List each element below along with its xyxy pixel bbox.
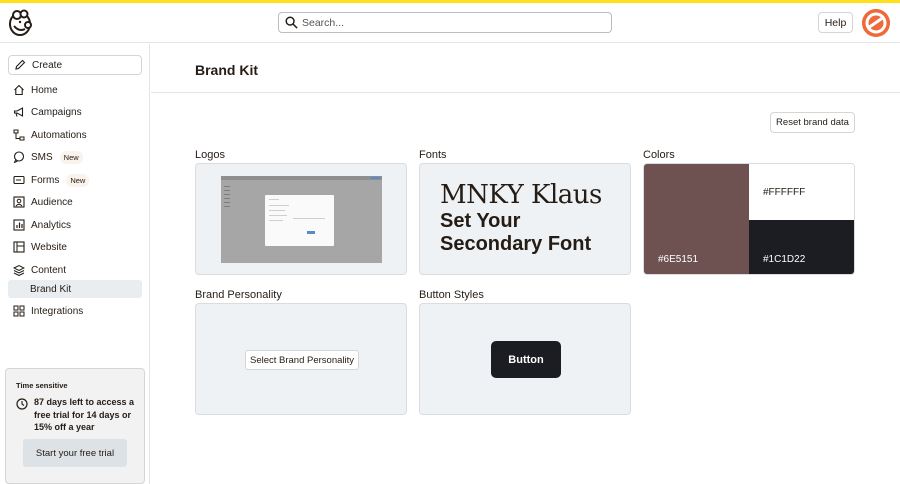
color-swatch: #1C1D22 xyxy=(749,220,854,274)
new-badge: New xyxy=(66,173,90,187)
sms-icon xyxy=(13,151,25,163)
help-button[interactable]: Help xyxy=(818,12,853,33)
search-input[interactable]: Search... xyxy=(278,12,612,33)
avatar[interactable] xyxy=(862,9,890,37)
sidebar-item-label: SMS xyxy=(31,151,53,163)
logo-preview-image xyxy=(221,176,382,263)
sidebar-item-integrations[interactable]: Integrations xyxy=(8,302,142,320)
sidebar-item-label: Analytics xyxy=(31,219,72,231)
clock-icon xyxy=(16,398,28,410)
home-icon xyxy=(14,84,24,96)
start-free-trial-button[interactable]: Start your free trial xyxy=(23,439,127,467)
button-style-sample[interactable]: Button xyxy=(491,341,561,378)
website-icon xyxy=(13,241,25,253)
trial-banner: Time sensitive 87 days left to access a … xyxy=(5,368,145,484)
sidebar-item-label: Forms xyxy=(31,174,60,186)
reset-brand-data-button[interactable]: Reset brand data xyxy=(770,112,855,133)
search-placeholder: Search... xyxy=(302,16,345,29)
analytics-icon xyxy=(13,219,25,231)
sidebar-item-campaigns[interactable]: Campaigns xyxy=(8,103,142,121)
select-brand-personality-button[interactable]: Select Brand Personality xyxy=(245,350,359,370)
brand-personality-card: Select Brand Personality xyxy=(195,303,407,415)
button-styles-label: Button Styles xyxy=(419,289,484,301)
page-title: Brand Kit xyxy=(195,62,258,78)
sidebar-item-analytics[interactable]: Analytics xyxy=(8,216,142,234)
sidebar-item-label: Home xyxy=(31,84,58,96)
sidebar-item-label: Content xyxy=(31,264,67,276)
sidebar-item-label: Campaigns xyxy=(31,106,82,118)
sidebar-item-label: Automations xyxy=(31,129,87,141)
sidebar-item-forms[interactable]: Forms New xyxy=(8,171,142,189)
integrations-icon xyxy=(13,305,25,317)
sidebar-item-brand-kit[interactable]: Brand Kit xyxy=(8,280,142,298)
trial-text: 87 days left to access a free trial for … xyxy=(34,397,135,432)
sidebar-item-home[interactable]: Home xyxy=(8,81,142,99)
button-styles-card[interactable]: Button xyxy=(419,303,631,415)
audience-icon xyxy=(13,196,25,208)
page-header: Brand Kit xyxy=(151,44,900,93)
sidebar-item-label: Integrations xyxy=(31,305,84,317)
sidebar-item-content[interactable]: Content xyxy=(8,261,142,279)
fonts-label: Fonts xyxy=(419,149,447,161)
colors-card[interactable]: #6E5151 #FFFFFF #1C1D22 xyxy=(643,163,855,275)
trial-label: Time sensitive xyxy=(16,381,68,390)
fonts-card[interactable]: MNKY Klaus Set Your Secondary Font xyxy=(419,163,631,275)
sidebar-item-website[interactable]: Website xyxy=(8,238,142,256)
sidebar-item-sms[interactable]: SMS New xyxy=(8,148,142,166)
automation-icon xyxy=(13,129,25,141)
color-swatch: #6E5151 xyxy=(644,164,749,274)
sidebar: Create Home Campaigns Automations SMS Ne… xyxy=(0,44,150,484)
sidebar-item-label: Audience xyxy=(31,196,73,208)
form-icon xyxy=(13,175,25,185)
megaphone-icon xyxy=(13,107,24,117)
logos-label: Logos xyxy=(195,149,225,161)
create-button[interactable]: Create xyxy=(8,55,142,75)
sidebar-item-audience[interactable]: Audience xyxy=(8,193,142,211)
logos-card[interactable] xyxy=(195,163,407,275)
content-icon xyxy=(13,264,25,276)
colors-label: Colors xyxy=(643,149,675,161)
mailchimp-logo-icon[interactable] xyxy=(8,9,34,37)
brand-personality-label: Brand Personality xyxy=(195,289,282,301)
search-icon xyxy=(285,16,298,29)
create-label: Create xyxy=(32,59,63,71)
sidebar-item-label: Website xyxy=(31,241,67,253)
sidebar-item-label: Brand Kit xyxy=(30,283,72,295)
new-badge: New xyxy=(59,150,83,164)
heading-font-sample: MNKY Klaus xyxy=(440,180,602,210)
pencil-icon xyxy=(15,59,26,70)
secondary-font-sample: Set Your Secondary Font xyxy=(440,210,592,255)
top-bar: Search... Help xyxy=(0,3,900,43)
color-swatch: #FFFFFF xyxy=(749,164,854,220)
sidebar-item-automations[interactable]: Automations xyxy=(8,126,142,144)
